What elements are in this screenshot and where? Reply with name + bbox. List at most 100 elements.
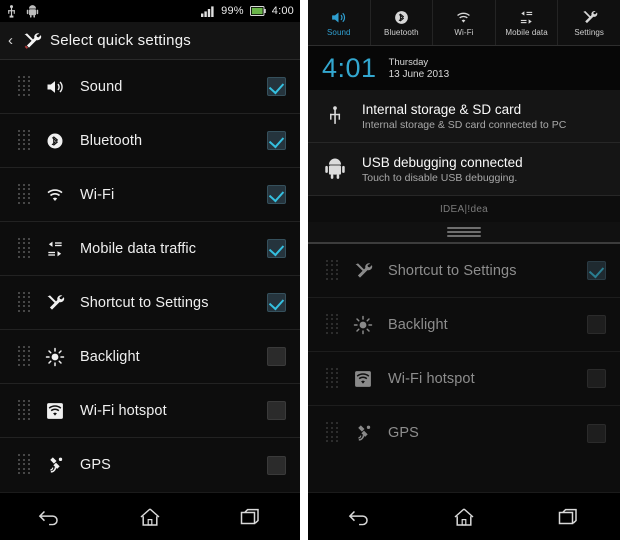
list-item-checkbox[interactable] [267,131,286,150]
drag-handle-icon[interactable] [18,345,32,368]
qs-tile-bluetooth[interactable]: Bluetooth [371,0,434,45]
list-item[interactable]: Wi-Fi hotspot [308,352,620,406]
list-item[interactable]: Backlight [308,298,620,352]
list-item[interactable]: GPS [308,406,620,460]
drag-handle-icon[interactable] [326,367,340,390]
list-item-label: GPS [80,457,111,473]
wifi-icon [42,185,68,205]
notification-title: USB debugging connected [362,154,523,170]
list-item[interactable]: Shortcut to Settings [308,244,620,298]
data-traffic-icon [520,10,533,24]
recents-icon [240,508,259,524]
qs-tile-sound[interactable]: Sound [308,0,371,45]
shade-date-label: 13 June 2013 [388,68,450,80]
list-item-checkbox[interactable] [267,77,286,96]
gps-satellite-icon [358,425,371,441]
shade-date-block: Thursday 13 June 2013 [389,57,450,80]
battery-percent-label: 99% [221,5,244,17]
bluetooth-icon [395,10,408,24]
speaker-icon [42,77,68,97]
qs-tile-settings[interactable]: Settings [558,0,620,45]
navigation-bar [0,492,300,540]
android-icon [325,158,345,179]
back-arrow-icon [348,510,368,525]
left-phone-panel: 99% 4:00 ‹ Select quick settings Sound Bl… [0,0,300,540]
list-item[interactable]: Mobile data traffic [0,222,300,276]
android-icon [322,158,348,180]
list-item[interactable]: Wi-Fi hotspot [0,384,300,438]
drag-handle-icon[interactable] [18,237,32,260]
navigation-bar [308,492,620,540]
notification-text: Internal storage & SD card Internal stora… [362,102,566,131]
android-icon [26,4,39,18]
status-bar-right-icons: 99% 4:00 [201,5,294,17]
usb-icon [330,106,341,124]
drag-handle-icon[interactable] [18,75,32,98]
drag-handle-icon[interactable] [326,259,340,282]
wifi-icon [47,188,63,201]
list-item-checkbox[interactable] [587,261,606,280]
shade-clock: 4:01 [322,52,377,83]
list-item-checkbox[interactable] [267,401,286,420]
drag-handle-icon[interactable] [18,129,32,152]
status-bar-clock: 4:00 [271,5,294,17]
shade-drag-handle[interactable] [308,222,620,244]
screenshot-root: 99% 4:00 ‹ Select quick settings Sound Bl… [0,0,620,540]
wrench-screwdriver-icon [582,10,597,23]
list-item[interactable]: Shortcut to Settings [0,276,300,330]
panel-divider [300,0,308,540]
drag-handle-icon[interactable] [18,291,32,314]
drag-handle-icon[interactable] [326,422,340,444]
bluetooth-icon [42,131,68,151]
list-item-checkbox[interactable] [587,369,606,388]
home-button[interactable] [434,497,494,537]
qs-tile-mobile-data[interactable]: Mobile data [496,0,559,45]
list-item-label: Wi-Fi hotspot [80,402,167,419]
qs-tile-label: Sound [326,27,351,37]
recents-button[interactable] [220,497,280,537]
hotspot-icon [355,370,371,387]
qs-tile-label: Mobile data [505,27,548,37]
back-button[interactable] [20,497,80,537]
drag-handle-icon[interactable] [18,183,32,206]
notification-item[interactable]: USB debugging connected Touch to disable … [308,143,620,196]
recents-button[interactable] [538,497,598,537]
list-item[interactable]: Sound [0,60,300,114]
speaker-icon [332,12,346,22]
brightness-icon [350,315,376,335]
quick-settings-list: Sound Bluetooth Wi-Fi Mobile data traffic Sh… [0,60,300,492]
shade-drag-handle-icon [447,227,481,237]
list-item-checkbox[interactable] [267,185,286,204]
status-bar: 99% 4:00 [0,0,300,22]
home-button[interactable] [120,497,180,537]
drag-handle-icon[interactable] [18,454,32,476]
qs-tile-wi-fi[interactable]: Wi-Fi [433,0,496,45]
right-phone-panel: Sound Bluetooth Wi-Fi Mobile data Settings 4… [308,0,620,540]
list-item[interactable]: Wi-Fi [0,168,300,222]
usb-icon [322,105,348,127]
drag-handle-icon[interactable] [18,399,32,422]
list-item-checkbox[interactable] [267,347,286,366]
quick-settings-list-dimmed: Shortcut to Settings Backlight Wi-Fi hotsp… [308,244,620,492]
list-item-checkbox[interactable] [267,293,286,312]
notification-item[interactable]: Internal storage & SD card Internal stora… [308,90,620,143]
list-item-label: Backlight [388,316,448,333]
recents-icon [558,508,577,524]
back-button[interactable] [330,497,390,537]
list-item[interactable]: Bluetooth [0,114,300,168]
list-item[interactable]: Backlight [0,330,300,384]
action-bar[interactable]: ‹ Select quick settings [0,22,300,60]
back-chevron-icon[interactable]: ‹ [8,33,13,48]
list-item[interactable]: GPS [0,438,300,492]
notification-subtitle: Touch to disable USB debugging. [362,171,518,184]
list-item-checkbox[interactable] [267,455,286,475]
list-item-label: GPS [388,425,419,441]
brightness-icon [353,315,373,334]
drag-handle-icon[interactable] [326,313,340,336]
list-item-checkbox[interactable] [587,315,606,334]
hotspot-icon [350,369,376,389]
list-item-checkbox[interactable] [267,239,286,258]
gps-satellite-icon [42,455,68,475]
list-item-checkbox[interactable] [587,423,606,443]
list-item-label: Bluetooth [80,132,143,149]
